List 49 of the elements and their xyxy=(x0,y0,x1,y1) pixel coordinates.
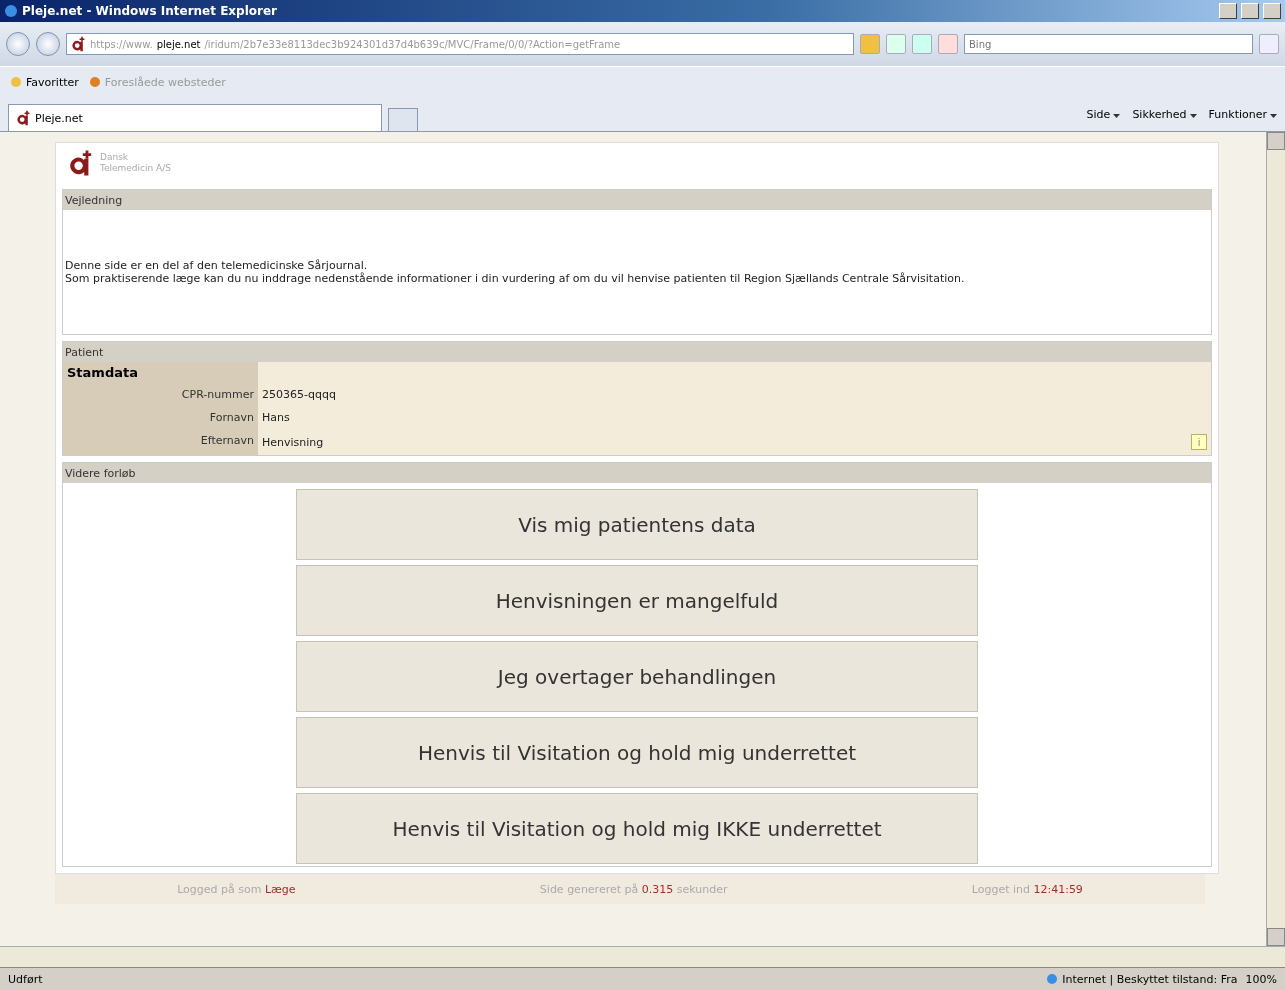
window-title: Pleje.net - Windows Internet Explorer xyxy=(22,4,278,18)
field-label: CPR-nummer xyxy=(63,383,258,406)
command-menu[interactable]: Side xyxy=(1086,107,1121,121)
logo-icon xyxy=(15,110,31,126)
section-header: Videre forløb xyxy=(63,463,1211,483)
address-field[interactable]: https://www. pleje.net /iridum/2b7e33e8113dec3b924301d37d4b639c/MVC/Frame/0/0/?Action=getFrame xyxy=(66,33,854,55)
back-button[interactable] xyxy=(6,32,30,56)
zoom-level[interactable]: 100% xyxy=(1245,972,1277,986)
logo-text: Telemedicin A/S xyxy=(100,163,171,174)
logo-text: Dansk xyxy=(100,152,130,163)
action-button[interactable]: Henvis til Visitation og hold mig underrettet xyxy=(296,717,978,788)
action-button[interactable]: Henvis til Visitation og hold mig IKKE underrettet xyxy=(296,793,978,864)
command-menu[interactable]: Funktioner xyxy=(1208,107,1277,121)
close-button[interactable] xyxy=(1263,3,1281,19)
field-label: Efternavn xyxy=(63,429,258,455)
caret-icon xyxy=(1270,113,1277,118)
caret-icon xyxy=(1189,113,1197,118)
field-value: Hans xyxy=(262,411,290,424)
forward-button[interactable] xyxy=(36,32,60,56)
browser-logo-icon xyxy=(4,4,18,18)
guidance-text: Som praktiserende læge kan du nu inddrage nedenstående informationer i din vurdering af om du vil henvise patienten til Region Sjællands Centrale Sårvisitation. xyxy=(65,272,966,285)
logo-icon xyxy=(70,36,86,52)
section-header: Vejledning xyxy=(63,190,1211,210)
caret-icon xyxy=(1113,113,1121,118)
status-text: Udført xyxy=(8,972,43,986)
field-value: 250365-qqqq xyxy=(262,388,336,401)
field-label: Fornavn xyxy=(63,406,258,429)
action-button[interactable]: Vis mig patientens data xyxy=(296,489,978,560)
guidance-text: Denne side er en del af den telemedicinske Sårjournal. xyxy=(65,259,368,272)
horizontal-scrollbar[interactable] xyxy=(0,946,1285,967)
browser-tab[interactable]: Pleje.net xyxy=(8,104,382,131)
globe-icon xyxy=(1046,973,1059,985)
footer-text: Logged på som Læge xyxy=(177,882,296,896)
minimize-button[interactable] xyxy=(1219,3,1237,19)
command-menu[interactable]: Sikkerhed xyxy=(1132,107,1197,121)
action-button[interactable]: Henvisningen er mangelfuld xyxy=(296,565,978,636)
new-tab-button[interactable] xyxy=(388,108,418,131)
favorites-button[interactable]: Favoritter xyxy=(10,75,79,89)
vertical-scrollbar[interactable] xyxy=(1266,132,1285,946)
info-button[interactable]: i xyxy=(1191,434,1207,450)
footer-text: Side genereret på 0.315 sekunder xyxy=(539,882,728,896)
search-field[interactable]: Bing xyxy=(964,34,1253,54)
security-zone-text: Internet | Beskyttet tilstand: Fra xyxy=(1062,972,1238,986)
action-button[interactable]: Jeg overtager behandlingen xyxy=(296,641,978,712)
footer-text: Logget ind 12:41:59 xyxy=(971,882,1083,896)
section-header: Patient xyxy=(63,342,1211,362)
group-label: Stamdata xyxy=(63,362,258,383)
maximize-button[interactable] xyxy=(1241,3,1259,19)
field-value: Henvisning xyxy=(262,435,324,449)
